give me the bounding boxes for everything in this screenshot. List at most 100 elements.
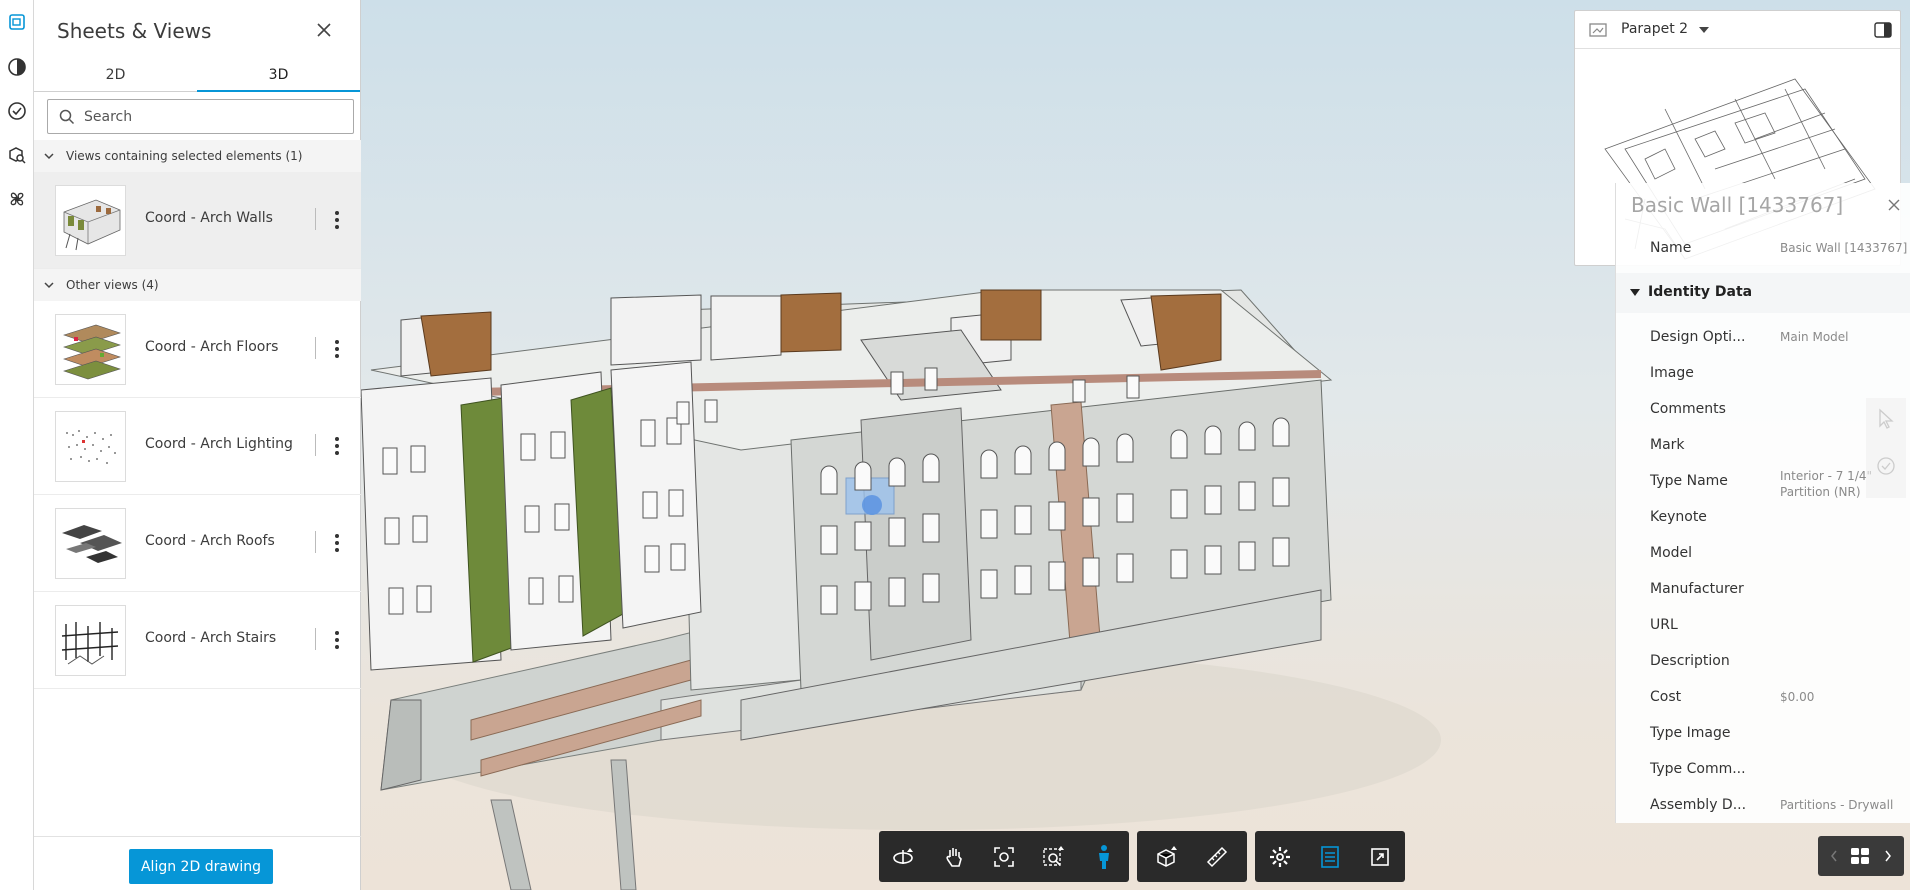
- more-options-icon[interactable]: [332, 337, 342, 361]
- property-group-identity-data[interactable]: Identity Data: [1616, 273, 1910, 313]
- window: [1082, 497, 1100, 527]
- view-row-arch-roofs[interactable]: Coord - Arch Roofs: [34, 495, 361, 592]
- property-value: $0.00: [1780, 690, 1815, 704]
- window: [1170, 489, 1188, 519]
- window: [554, 503, 570, 531]
- property-label: Type Name: [1650, 473, 1728, 489]
- window: [820, 465, 838, 495]
- first-person-icon[interactable]: [1079, 831, 1129, 882]
- caret-down-icon[interactable]: [1698, 26, 1710, 34]
- property-label: Name: [1650, 240, 1692, 256]
- fullscreen-icon[interactable]: [1355, 831, 1405, 882]
- view-thumbnail: [55, 314, 126, 385]
- window: [924, 367, 938, 391]
- divider: [34, 836, 361, 837]
- toolbar-model-group: [1137, 831, 1247, 882]
- more-options-icon[interactable]: [332, 208, 342, 232]
- minimap-header: Parapet 2: [1575, 11, 1900, 49]
- window: [524, 505, 540, 533]
- property-label: Model: [1650, 545, 1693, 561]
- window: [704, 399, 718, 423]
- model-browser-icon[interactable]: [0, 49, 34, 85]
- minimap-view-name[interactable]: Parapet 2: [1621, 21, 1688, 37]
- window: [1116, 433, 1134, 463]
- property-label: Comments: [1650, 401, 1726, 417]
- property-row: Type Comm...: [1616, 752, 1910, 788]
- dock-panel-icon[interactable]: [1874, 22, 1892, 38]
- align-2d-drawing-button[interactable]: Align 2D drawing: [129, 849, 273, 884]
- window: [1082, 557, 1100, 587]
- view-switcher: [1818, 836, 1904, 876]
- sheet-icon: [1589, 23, 1607, 37]
- property-value: Main Model: [1780, 330, 1849, 344]
- checkmark-circle-icon[interactable]: [1876, 456, 1896, 476]
- section-label: Other views (4): [66, 278, 159, 292]
- search-box: [47, 99, 354, 134]
- property-row: Type Image: [1616, 716, 1910, 752]
- window: [922, 453, 940, 483]
- systems-icon[interactable]: [0, 181, 34, 217]
- property-row: Cost $0.00: [1616, 680, 1910, 716]
- property-row-name: Name Basic Wall [1433767]: [1616, 231, 1910, 267]
- view-row-arch-lighting[interactable]: Coord - Arch Lighting: [34, 398, 361, 495]
- window: [1014, 445, 1032, 475]
- view-row-arch-floors[interactable]: Coord - Arch Floors: [34, 301, 361, 398]
- window: [854, 521, 872, 551]
- view-name: Coord - Arch Walls: [145, 210, 273, 226]
- measure-icon[interactable]: [1192, 831, 1242, 882]
- view-name: Coord - Arch Roofs: [145, 533, 275, 549]
- property-row: Image: [1616, 356, 1910, 392]
- properties-icon[interactable]: [1305, 831, 1355, 882]
- window: [1014, 565, 1032, 595]
- window: [1204, 545, 1222, 575]
- window: [1072, 379, 1086, 403]
- window: [1238, 541, 1256, 571]
- section-other-views[interactable]: Other views (4): [34, 269, 361, 301]
- settings-icon[interactable]: [1255, 831, 1305, 882]
- property-label: Type Comm...: [1650, 761, 1746, 777]
- chevron-right-icon[interactable]: [1884, 850, 1892, 862]
- window: [890, 371, 904, 395]
- chevron-left-icon[interactable]: [1830, 850, 1838, 862]
- view-row-arch-stairs[interactable]: Coord - Arch Stairs: [34, 592, 361, 689]
- window: [676, 401, 690, 425]
- window: [528, 577, 544, 605]
- property-label: Image: [1650, 365, 1694, 381]
- orbit-icon[interactable]: [879, 831, 929, 882]
- window: [550, 431, 566, 459]
- close-icon[interactable]: [1887, 198, 1901, 212]
- sheets-views-panel: Sheets & Views 2D 3D Views containing se…: [34, 0, 361, 890]
- fit-to-view-icon[interactable]: [979, 831, 1029, 882]
- issues-icon[interactable]: [0, 93, 34, 129]
- window: [1116, 553, 1134, 583]
- window: [416, 585, 432, 613]
- more-options-icon[interactable]: [332, 434, 342, 458]
- section-selected-views[interactable]: Views containing selected elements (1): [34, 140, 361, 172]
- view-thumbnail: [55, 185, 126, 256]
- close-icon[interactable]: [314, 20, 334, 40]
- window: [980, 509, 998, 539]
- select-cursor-icon[interactable]: [1876, 408, 1896, 430]
- window: [854, 461, 872, 491]
- property-value: Basic Wall [1433767]: [1780, 241, 1908, 255]
- view-row-arch-walls[interactable]: Coord - Arch Walls: [34, 172, 361, 269]
- more-options-icon[interactable]: [332, 628, 342, 652]
- zoom-window-icon[interactable]: [1029, 831, 1079, 882]
- more-options-icon[interactable]: [332, 531, 342, 555]
- window: [1238, 421, 1256, 451]
- sheets-views-icon[interactable]: [0, 4, 34, 40]
- model-search-icon[interactable]: [0, 137, 34, 173]
- window: [640, 419, 656, 447]
- property-row: Description: [1616, 644, 1910, 680]
- explode-model-icon[interactable]: [1142, 831, 1192, 882]
- tab-2d[interactable]: 2D: [34, 62, 197, 92]
- window: [1170, 549, 1188, 579]
- properties-title: Basic Wall [1433767]: [1631, 193, 1844, 217]
- pan-icon[interactable]: [929, 831, 979, 882]
- tab-3d[interactable]: 3D: [197, 62, 360, 92]
- window: [922, 573, 940, 603]
- window: [384, 517, 400, 545]
- grid-view-icon[interactable]: [1850, 847, 1870, 865]
- search-input[interactable]: [84, 106, 344, 128]
- property-label: Type Image: [1650, 725, 1731, 741]
